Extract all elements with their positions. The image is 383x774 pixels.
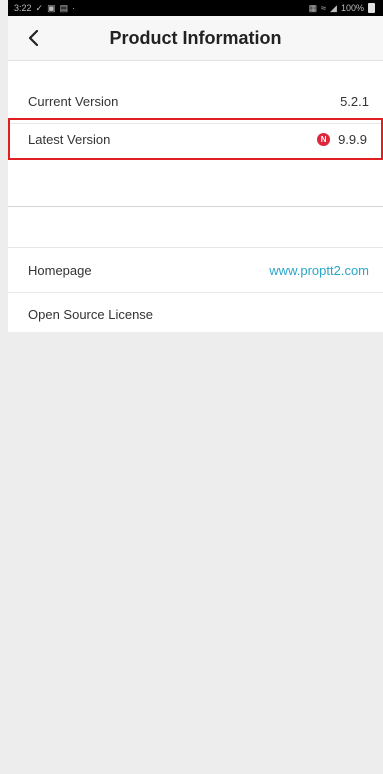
sim-icon: ▦: [308, 3, 318, 13]
latest-version-row[interactable]: Latest Version N 9.9.9: [8, 118, 383, 160]
open-source-license-row[interactable]: Open Source License: [8, 292, 383, 336]
homepage-row[interactable]: Homepage www.proptt2.com: [8, 249, 383, 293]
wifi-icon: ≈: [321, 3, 327, 13]
signal-icon: ◢: [330, 3, 337, 13]
new-badge-icon: N: [317, 132, 331, 146]
current-version-label: Current Version: [28, 94, 119, 109]
latest-version-label: Latest Version: [28, 131, 111, 147]
homepage-label: Homepage: [28, 263, 92, 278]
latest-version-value-group: N 9.9.9: [317, 132, 367, 147]
status-left: 3:22 ✓ ▣ ▤ ·: [14, 0, 75, 16]
page-title: Product Information: [109, 28, 282, 48]
current-version-value: 5.2.1: [340, 94, 369, 109]
notification-icon: ▣: [47, 3, 56, 13]
gallery-icon: ▤: [59, 3, 69, 13]
app-screen: 3:22 ✓ ▣ ▤ · ▦ ≈ ◢ 100% Product Informat…: [0, 0, 383, 774]
status-time: 3:22: [14, 3, 32, 13]
status-right: ▦ ≈ ◢ 100%: [309, 0, 375, 16]
section-divider: [8, 247, 383, 248]
check-icon: ✓: [35, 3, 44, 13]
dot-icon: ·: [72, 3, 76, 13]
content-card: Product Information Current Version 5.2.…: [8, 16, 383, 332]
latest-version-value: 9.9.9: [338, 131, 367, 147]
battery-icon: [368, 3, 375, 13]
status-bar: 3:22 ✓ ▣ ▤ · ▦ ≈ ◢ 100%: [8, 0, 383, 16]
open-source-license-label: Open Source License: [28, 306, 154, 322]
section-divider: [8, 206, 383, 207]
header: Product Information: [8, 16, 383, 61]
battery-percent: 100%: [340, 3, 364, 13]
homepage-link[interactable]: www.proptt2.com: [269, 263, 369, 278]
